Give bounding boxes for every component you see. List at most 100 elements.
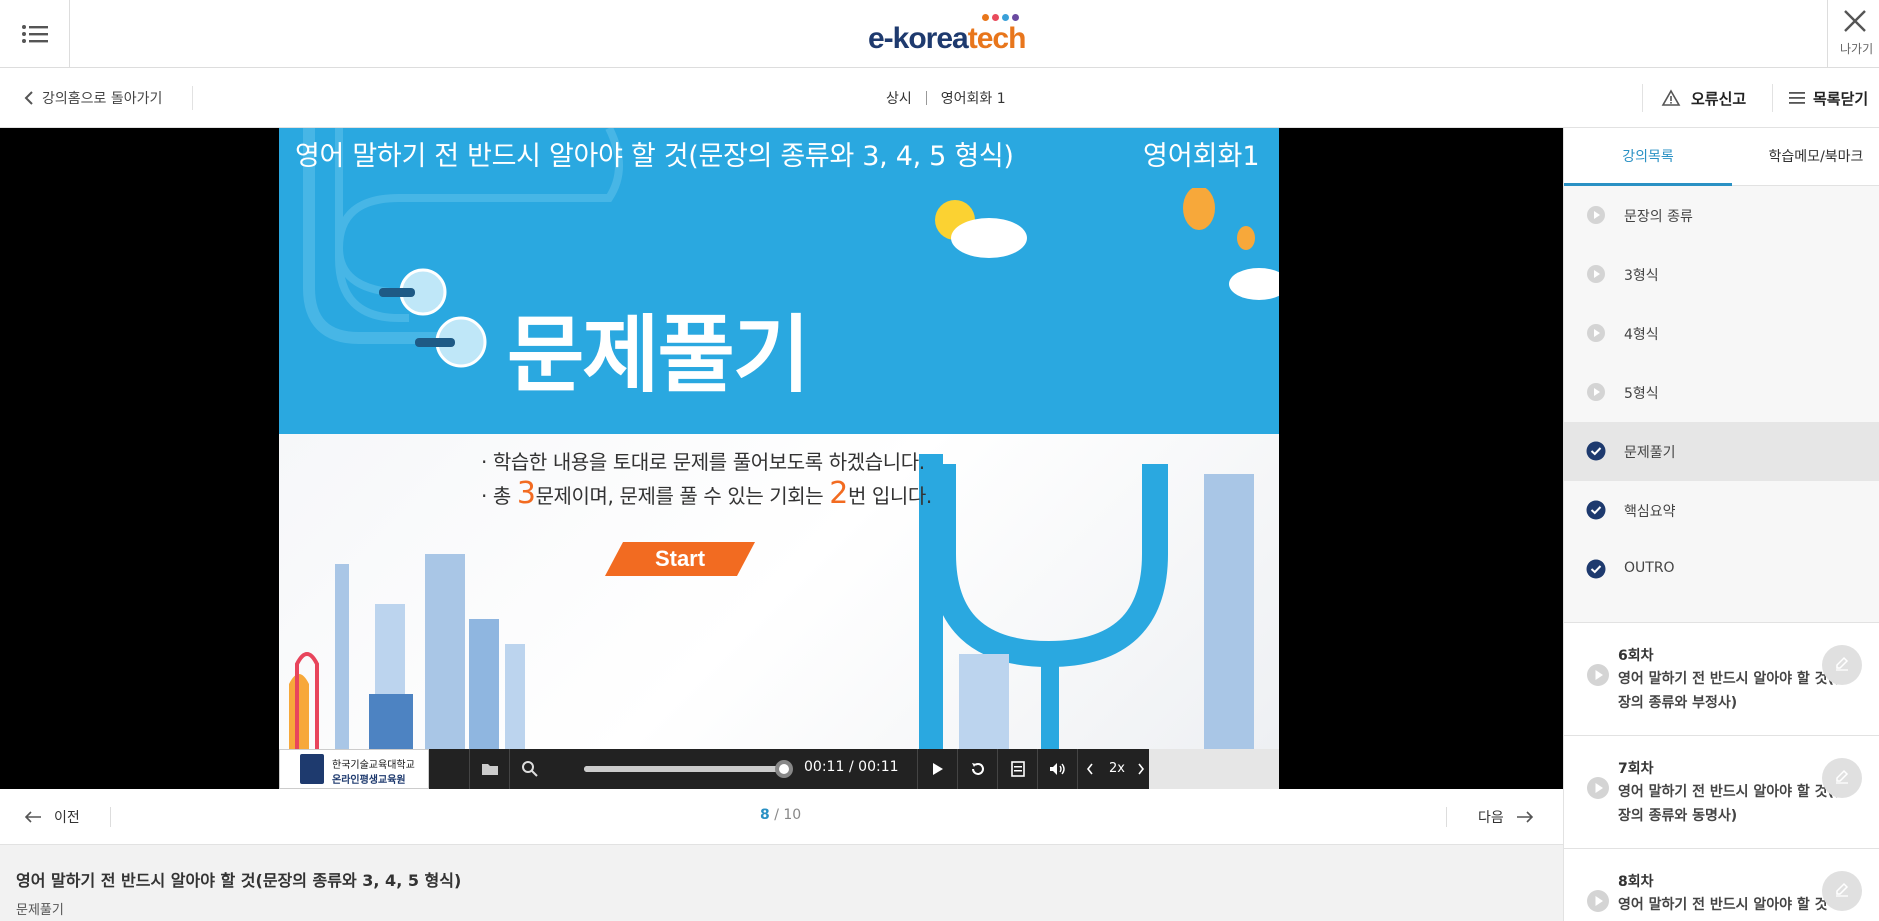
player-controls: 한국기술교육대학교 온라인평생교육원 00:11 / 00:11 2x	[279, 749, 1279, 789]
seek-handle[interactable]	[775, 760, 793, 778]
earphone-decoration	[379, 268, 487, 368]
chevron-left-icon	[1086, 763, 1093, 775]
org-subname: 온라인평생교육원	[332, 775, 406, 786]
chapter-item[interactable]: 핵심요약	[1564, 481, 1879, 540]
org-name: 한국기술교육대학교	[332, 760, 415, 771]
crumb-level: 상시	[886, 91, 912, 107]
city-skyline-left	[289, 554, 525, 749]
volume-button[interactable]	[1037, 749, 1077, 789]
script-button[interactable]	[997, 749, 1037, 789]
session-item[interactable]: 6회차 영어 말하기 전 반드시 알아야 할 것(문장의 종류와 부정사)	[1564, 623, 1879, 736]
tab-memo-bookmark[interactable]: 학습메모/북마크	[1732, 128, 1879, 186]
crumb-course: 영어회화 1	[940, 91, 1006, 107]
check-circle-icon	[1586, 559, 1606, 579]
lecture-sidebar: 강의목록 학습메모/북마크 문장의 종류 3형식 4형식 5형식문제풀기핵심요약 OUT…	[1563, 128, 1879, 921]
sub-navigation: 강의홈으로 돌아가기 상시 영어회화 1 오류신고 목록닫기	[0, 68, 1879, 128]
search-button[interactable]	[509, 749, 549, 789]
logo-dot	[992, 14, 999, 21]
tab-lecture-list[interactable]: 강의목록	[1564, 128, 1732, 186]
memo-button[interactable]	[1822, 871, 1862, 911]
speed-down-button[interactable]	[1077, 749, 1102, 789]
close-list-button[interactable]: 목록닫기	[1772, 84, 1868, 112]
logo-dot	[1012, 14, 1019, 21]
prev-label: 이전	[54, 810, 80, 826]
session-item[interactable]: 7회차 영어 말하기 전 반드시 알아야 할 것(문장의 종류와 동명사)	[1564, 736, 1879, 849]
chapter-label: 핵심요약	[1624, 504, 1676, 520]
chapter-item[interactable]: 문장의 종류	[1564, 186, 1879, 245]
play-button[interactable]	[917, 749, 957, 789]
close-list-label: 목록닫기	[1813, 89, 1869, 108]
chapter-item[interactable]: 4형식	[1564, 304, 1879, 363]
total-time: / 00:11	[849, 759, 899, 775]
memo-button[interactable]	[1822, 645, 1862, 685]
play-icon	[932, 763, 943, 775]
divider	[925, 91, 927, 105]
play-circle-icon	[1586, 205, 1606, 225]
exit-label: 나가기	[1840, 42, 1874, 56]
session-item[interactable]: 8회차 영어 말하기 전 반드시 알아야 할 것	[1564, 849, 1879, 921]
folder-icon	[481, 764, 498, 775]
volume-icon	[1049, 763, 1065, 775]
play-circle-icon	[1586, 663, 1610, 687]
seek-bar[interactable]	[584, 760, 793, 778]
session-list: 6회차 영어 말하기 전 반드시 알아야 할 것(문장의 종류와 부정사) 7회차 영…	[1564, 622, 1879, 921]
logo-dot	[982, 14, 989, 21]
slide-bullet-1: · 학습한 내용을 토대로 문제를 풀어보도록 하겠습니다.	[481, 450, 925, 474]
chapter-item[interactable]: OUTRO	[1564, 540, 1879, 599]
session-number: 6회차	[1618, 648, 1654, 664]
next-label: 다음	[1478, 810, 1504, 826]
report-label: 오류신고	[1691, 89, 1747, 108]
logo-dots	[982, 14, 1019, 21]
folder-button[interactable]	[469, 749, 509, 789]
slide-content-area: · 학습한 내용을 토대로 문제를 풀어보도록 하겠습니다. · 총 3문제이며…	[279, 434, 1279, 749]
slide-title: 영어 말하기 전 반드시 알아야 할 것(문장의 종류와 3, 4, 5 형식)	[295, 141, 1014, 172]
divider	[110, 807, 111, 827]
play-circle-icon	[1586, 323, 1606, 343]
arrow-left-icon	[24, 811, 41, 823]
menu-button[interactable]	[0, 0, 70, 68]
slide-course-name: 영어회화1	[1143, 141, 1260, 172]
chevron-left-icon	[24, 91, 33, 105]
chapter-label: 문장의 종류	[1624, 209, 1693, 225]
e-koreatech-logo[interactable]: e-koreatech	[868, 14, 1028, 55]
session-number: 8회차	[1618, 874, 1654, 890]
edit-icon	[1834, 655, 1850, 675]
exit-button[interactable]: 나가기	[1827, 0, 1879, 68]
page-navigation: 이전 8 / 10 다음	[0, 789, 1563, 845]
next-button[interactable]: 다음	[1478, 807, 1534, 827]
chapter-label: 5형식	[1624, 386, 1659, 402]
back-to-course-home-link[interactable]: 강의홈으로 돌아가기	[24, 88, 162, 108]
error-report-button[interactable]: 오류신고	[1642, 84, 1746, 112]
speed-up-button[interactable]	[1132, 749, 1149, 789]
slide-sky: 영어 말하기 전 반드시 알아야 할 것(문장의 종류와 3, 4, 5 형식)…	[279, 128, 1279, 434]
breadcrumb: 상시 영어회화 1	[886, 88, 1006, 108]
memo-button[interactable]	[1822, 758, 1862, 798]
back-label: 강의홈으로 돌아가기	[42, 91, 163, 107]
control-filler	[1149, 749, 1279, 789]
slide-heading: 문제풀기	[507, 306, 810, 404]
replay-button[interactable]	[957, 749, 997, 789]
chapter-item[interactable]: 문제풀기	[1564, 422, 1879, 481]
replay-icon	[971, 763, 984, 775]
hamburger-icon	[21, 25, 48, 43]
start-button[interactable]: Start	[605, 542, 755, 576]
chapter-item[interactable]: 5형식	[1564, 363, 1879, 422]
lesson-info: 영어 말하기 전 반드시 알아야 할 것(문장의 종류와 3, 4, 5 형식)…	[0, 845, 1563, 921]
chapter-item[interactable]: 3형식	[1564, 245, 1879, 304]
logo-dot	[1002, 14, 1009, 21]
current-time: 00:11	[804, 759, 845, 775]
top-header: e-koreatech 나가기	[0, 0, 1879, 68]
edit-icon	[1834, 768, 1850, 788]
sun-cloud-decoration	[935, 188, 1279, 300]
lecture-slide[interactable]: 영어 말하기 전 반드시 알아야 할 것(문장의 종류와 3, 4, 5 형식)…	[279, 128, 1279, 749]
list-icon	[1789, 92, 1805, 104]
session-number: 7회차	[1618, 761, 1654, 777]
university-seal	[300, 754, 324, 784]
document-icon	[1010, 761, 1025, 777]
microphone-illustration	[919, 454, 1254, 749]
arrow-right-icon	[1516, 811, 1533, 823]
search-icon	[521, 761, 538, 777]
prev-button[interactable]: 이전	[24, 807, 80, 827]
chapter-label: OUTRO	[1624, 560, 1675, 576]
lesson-subtitle: 문제풀기	[16, 903, 64, 918]
